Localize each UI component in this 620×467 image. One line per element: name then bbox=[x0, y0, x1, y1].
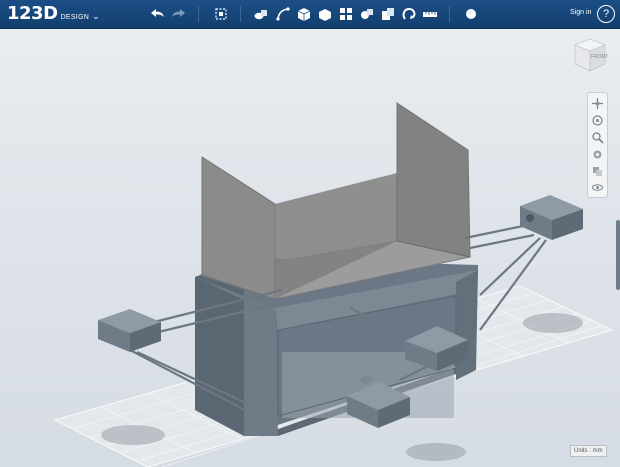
toolbar-separator bbox=[198, 6, 199, 22]
primitives-icon bbox=[254, 10, 267, 20]
top-toolbar: 123D DESIGN ⌄ Sign in ? bbox=[0, 0, 620, 29]
app-logo-menu[interactable]: 123D DESIGN ⌄ bbox=[7, 3, 100, 25]
combine-button[interactable] bbox=[378, 4, 398, 24]
zoom-button[interactable] bbox=[591, 131, 604, 144]
zoom-icon bbox=[592, 132, 604, 144]
component-box-left[interactable] bbox=[98, 309, 161, 352]
transform-icon bbox=[215, 8, 227, 20]
grouping-icon bbox=[361, 9, 373, 19]
sketch-icon bbox=[276, 7, 290, 21]
combine-icon bbox=[382, 8, 394, 20]
measure-button[interactable] bbox=[420, 4, 440, 24]
measure-icon bbox=[423, 12, 437, 17]
orbit-button[interactable] bbox=[591, 114, 604, 127]
pattern-button[interactable] bbox=[336, 4, 356, 24]
primitives-button[interactable] bbox=[251, 4, 271, 24]
material-button[interactable] bbox=[461, 4, 481, 24]
snap-button[interactable] bbox=[399, 4, 419, 24]
units-selector[interactable]: Units : mm bbox=[570, 445, 607, 457]
left-panel[interactable] bbox=[201, 156, 276, 300]
construct-icon bbox=[297, 8, 311, 21]
snap-icon bbox=[402, 7, 416, 20]
chevron-down-icon: ⌄ bbox=[92, 11, 100, 21]
modify-button[interactable] bbox=[315, 4, 335, 24]
view-mode-icon bbox=[593, 167, 602, 176]
3d-scene[interactable] bbox=[0, 29, 620, 467]
construct-button[interactable] bbox=[294, 4, 314, 24]
toolbar-separator bbox=[240, 6, 241, 22]
transform-button[interactable] bbox=[211, 4, 231, 24]
pan-icon bbox=[592, 98, 603, 109]
fit-button[interactable] bbox=[591, 148, 604, 161]
scrollbar-handle[interactable] bbox=[616, 220, 620, 290]
help-button[interactable]: ? bbox=[597, 5, 615, 23]
sign-in-link[interactable]: Sign in bbox=[570, 9, 591, 16]
pan-button[interactable] bbox=[591, 97, 604, 110]
view-mode-button[interactable] bbox=[591, 165, 604, 178]
modify-icon bbox=[319, 9, 331, 21]
toolbar-separator bbox=[449, 6, 450, 22]
navigation-bar bbox=[587, 92, 608, 198]
redo-icon bbox=[172, 9, 185, 17]
sketch-button[interactable] bbox=[273, 4, 293, 24]
view-cube-face-label: FRONT bbox=[591, 54, 609, 60]
visibility-button[interactable] bbox=[591, 181, 604, 194]
logo-sub: DESIGN bbox=[60, 14, 90, 21]
3d-viewport[interactable]: FRONT Units : mm bbox=[0, 29, 620, 467]
material-icon bbox=[466, 9, 476, 19]
logo-main: 123D bbox=[7, 3, 58, 24]
right-panel[interactable] bbox=[396, 102, 471, 258]
fit-icon bbox=[593, 150, 602, 159]
visibility-icon bbox=[592, 184, 603, 191]
redo-button[interactable] bbox=[169, 4, 189, 24]
pattern-icon bbox=[340, 8, 352, 20]
view-cube[interactable]: FRONT bbox=[572, 37, 608, 75]
orbit-icon bbox=[592, 115, 603, 126]
grouping-button[interactable] bbox=[357, 4, 377, 24]
component-box-right[interactable] bbox=[520, 195, 583, 240]
undo-icon bbox=[151, 9, 164, 17]
undo-button[interactable] bbox=[147, 4, 167, 24]
